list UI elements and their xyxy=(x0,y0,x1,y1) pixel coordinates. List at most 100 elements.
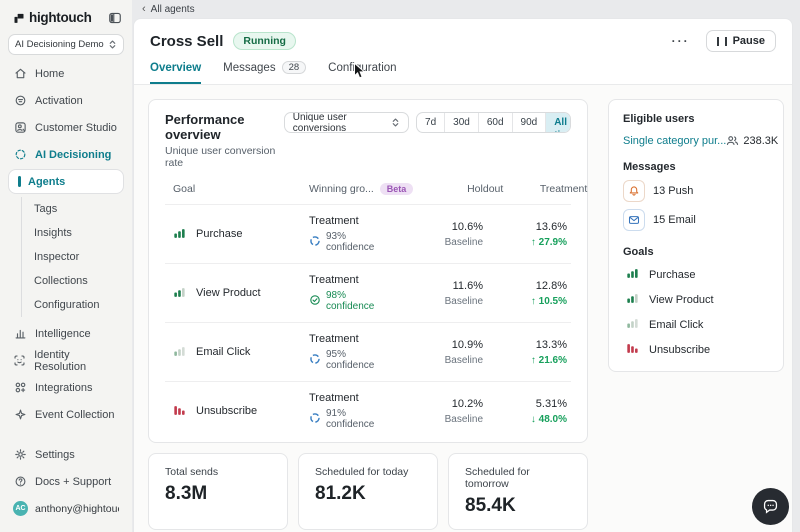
users-icon xyxy=(726,134,739,147)
eligible-users-link[interactable]: Single category pur... xyxy=(623,135,726,147)
arrow-up-icon: ↑ xyxy=(531,296,539,307)
goal-bars-icon xyxy=(626,291,640,308)
confidence: 98% confidence xyxy=(309,290,393,312)
stats-row: Total sends8.3M Scheduled for today 81.2K S… xyxy=(148,453,588,530)
range-30d[interactable]: 30d xyxy=(444,113,478,132)
holdout-value: 10.6% xyxy=(393,221,483,233)
mouse-cursor xyxy=(353,62,366,83)
sidebar-item-identity-resolution[interactable]: Identity Resolution xyxy=(8,347,124,374)
lift-value: ↑ 27.9% xyxy=(483,237,567,248)
sidebar-item-ai-decisioning[interactable]: AI Decisioning xyxy=(8,141,124,168)
integrations-icon xyxy=(13,381,27,395)
page-body: Performance overview Unique user convers… xyxy=(134,85,792,532)
sidebar-nav-mid: IntelligenceIdentity ResolutionIntegrati… xyxy=(0,320,132,428)
message-channel-label: 15 Email xyxy=(653,214,696,226)
stat-value: 81.2K xyxy=(315,483,421,505)
active-indicator xyxy=(18,176,21,187)
settings-icon xyxy=(13,448,27,462)
metric-select[interactable]: Unique user conversions xyxy=(284,112,409,133)
sidebar-item-settings[interactable]: Settings xyxy=(8,441,124,468)
pause-button[interactable]: Pause xyxy=(706,30,776,52)
treatment-value: 5.31% xyxy=(483,398,567,410)
table-row: View ProductTreatment98% confidence11.6%… xyxy=(165,263,571,322)
goal-label: Unsubscribe xyxy=(196,405,257,417)
hightouch-logo-icon xyxy=(13,12,25,24)
column-goal: Goal xyxy=(173,183,309,195)
sidebar-item-event-collection[interactable]: Event Collection xyxy=(8,401,124,428)
goal-cell: Unsubscribe xyxy=(173,403,309,420)
stat-value: 85.4K xyxy=(465,495,571,517)
treatment-cell: 5.31% ↓ 48.0% xyxy=(483,398,567,425)
more-menu-button[interactable]: ··· xyxy=(666,34,696,48)
sidebar-gap xyxy=(0,428,132,441)
treatment-cell: 12.8%↑ 10.5% xyxy=(483,280,567,307)
lift-percent: 27.9% xyxy=(539,237,567,248)
sidebar-item-intelligence[interactable]: Intelligence xyxy=(8,320,124,347)
sidebar-nav-agents-children: TagsInsightsInspectorCollectionsConfigur… xyxy=(21,197,132,317)
confidence-icon xyxy=(309,412,321,427)
goal-label: Email Click xyxy=(196,346,250,358)
winner-label: Treatment xyxy=(309,333,393,345)
workspace-selector[interactable]: AI Decisioning Demo - ... xyxy=(8,34,124,55)
sidebar-item-activation[interactable]: Activation xyxy=(8,87,124,114)
stat-label: Scheduled for today xyxy=(315,466,421,478)
goal-bars-icon xyxy=(173,403,187,420)
column-winning-group: Winning gro... Beta xyxy=(309,183,413,195)
sidebar-item-configuration[interactable]: Configuration xyxy=(22,293,132,317)
confidence-label: 95% confidence xyxy=(326,349,393,371)
tab-count-badge: 28 xyxy=(282,61,307,74)
sidebar-item-docs-support[interactable]: Docs + Support xyxy=(8,468,124,495)
goal-list-item: Email Click xyxy=(623,316,769,333)
message-channel-label: 13 Push xyxy=(653,185,693,197)
sidebar-item-customer-studio[interactable]: Customer Studio xyxy=(8,114,124,141)
arrow-up-icon: ↑ xyxy=(531,355,539,366)
table-row: Email ClickTreatment95% confidence10.9%B… xyxy=(165,322,571,381)
goal-bars-icon xyxy=(626,341,640,358)
goal-cell: Purchase xyxy=(173,226,309,243)
lift-percent: 21.6% xyxy=(539,355,567,366)
user-menu[interactable]: AC anthony@hightouch.io xyxy=(0,495,132,522)
confidence-label: 93% confidence xyxy=(326,231,393,253)
range-all-time[interactable]: All time xyxy=(545,113,571,132)
sidebar-item-inspector[interactable]: Inspector xyxy=(22,245,132,269)
range-90d[interactable]: 90d xyxy=(512,113,546,132)
chat-support-button[interactable] xyxy=(752,488,789,525)
sidebar-collapse-icon[interactable] xyxy=(108,11,122,25)
messages-title: Messages xyxy=(623,161,769,173)
tab-messages[interactable]: Messages28 xyxy=(223,61,306,84)
breadcrumb[interactable]: ‹ All agents xyxy=(132,0,800,18)
tab-overview[interactable]: Overview xyxy=(150,61,201,84)
confidence-icon xyxy=(309,294,321,309)
range-60d[interactable]: 60d xyxy=(478,113,512,132)
column-holdout: Holdout xyxy=(413,183,503,195)
lift-percent: 48.0% xyxy=(539,414,567,425)
sidebar-item-label: Agents xyxy=(28,176,65,188)
winning-group-cell: Treatment91% confidence xyxy=(309,392,393,430)
sidebar-item-tags[interactable]: Tags xyxy=(22,197,132,221)
content-column: Performance overview Unique user convers… xyxy=(148,99,588,532)
event-collection-icon xyxy=(13,408,27,422)
performance-overview-card: Performance overview Unique user convers… xyxy=(148,99,588,443)
winner-label: Treatment xyxy=(309,392,393,404)
time-range-selector: 7d30d60d90dAll time xyxy=(416,112,571,133)
arrow-down-icon: ↓ xyxy=(531,414,539,425)
sidebar-nav-bottom: SettingsDocs + Support xyxy=(0,441,132,495)
treatment-value: 13.6% xyxy=(483,221,567,233)
stat-card-scheduled-for-tomorrow: Scheduled for tomorrow85.4K xyxy=(448,453,588,530)
range-7d[interactable]: 7d xyxy=(417,113,444,132)
home-icon xyxy=(13,67,27,81)
status-badge: Running xyxy=(233,32,296,50)
sidebar-item-agents[interactable]: Agents xyxy=(8,169,124,194)
chevron-left-icon: ‹ xyxy=(142,4,146,15)
holdout-cell: 10.6%Baseline xyxy=(393,221,483,248)
ai-decisioning-icon xyxy=(13,148,27,162)
sidebar-item-insights[interactable]: Insights xyxy=(22,221,132,245)
stat-card-total-sends: Total sends8.3M xyxy=(148,453,288,530)
sidebar-item-integrations[interactable]: Integrations xyxy=(8,374,124,401)
sidebar-item-collections[interactable]: Collections xyxy=(22,269,132,293)
arrow-up-icon: ↑ xyxy=(531,237,539,248)
winner-label: Treatment xyxy=(309,274,393,286)
card-subtitle: Unique user conversion rate xyxy=(165,145,284,169)
stat-value: 8.3M xyxy=(165,483,271,505)
sidebar-item-home[interactable]: Home xyxy=(8,60,124,87)
